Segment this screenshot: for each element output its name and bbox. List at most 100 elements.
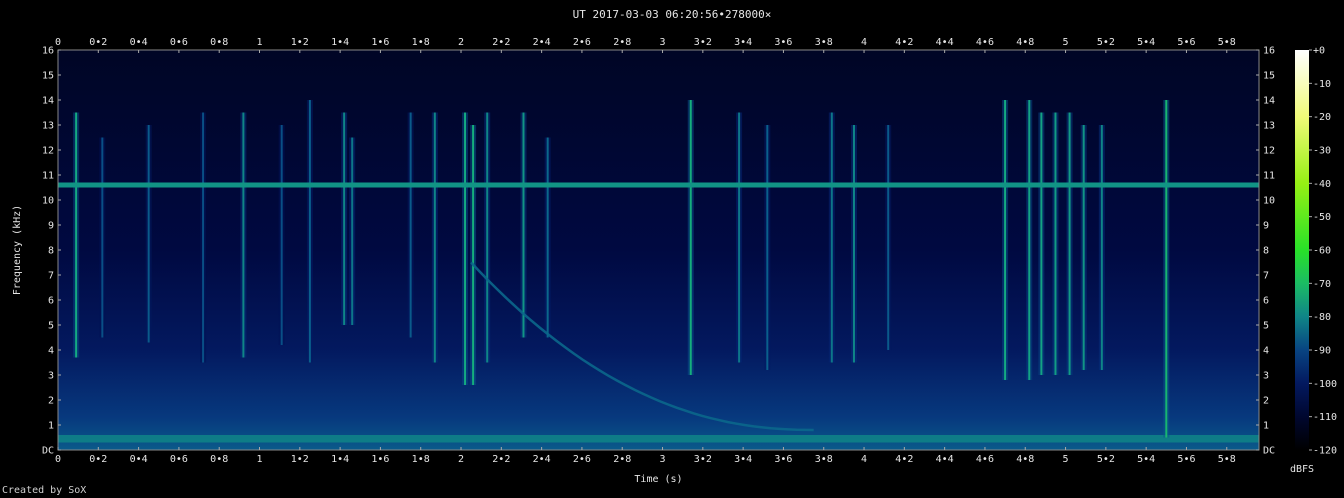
y-tick-label-right: 11: [1263, 171, 1275, 182]
sferic: [433, 112, 436, 363]
y-tick-label-left: 4: [48, 346, 54, 357]
sferic: [1165, 100, 1168, 438]
x-tick-label-top: 4: [861, 37, 867, 48]
y-tick-label-left: 2: [48, 396, 54, 407]
y-tick-label-right: 1: [1263, 421, 1269, 432]
colorbar-tick-label: -90: [1313, 346, 1331, 357]
y-tick-label-right: 8: [1263, 246, 1269, 257]
sferic: [147, 125, 150, 343]
colorbar-tick-label: +0: [1313, 46, 1325, 57]
x-tick-label-top: 5•4: [1137, 37, 1155, 48]
sferic: [689, 100, 692, 375]
y-tick-label-right: 9: [1263, 221, 1269, 232]
sferic: [830, 112, 833, 363]
y-tick-label-right: DC: [1263, 446, 1275, 457]
x-tick-label-bottom: 1•4: [331, 454, 349, 465]
sferic: [280, 125, 283, 345]
y-tick-label-left: 11: [42, 171, 54, 182]
y-tick-label-right: 10: [1263, 196, 1275, 207]
x-tick-label-bottom: 2•8: [613, 454, 631, 465]
y-tick-label-left: 12: [42, 146, 54, 157]
x-tick-label-top: 2: [458, 37, 464, 48]
x-tick-label-bottom: 2•6: [573, 454, 591, 465]
sferic: [1054, 112, 1057, 375]
x-tick-label-top: 0•2: [89, 37, 107, 48]
colorbar-tick-label: -30: [1313, 146, 1331, 157]
sferic: [343, 112, 346, 325]
colorbar: [1295, 50, 1309, 450]
sferic: [464, 112, 467, 385]
x-tick-label-top: 5•8: [1218, 37, 1236, 48]
sferic: [202, 112, 205, 363]
y-tick-label-left: 8: [48, 246, 54, 257]
y-axis-label: Frequency (kHz): [12, 205, 23, 295]
y-tick-label-left: DC: [42, 446, 54, 457]
x-tick-label-bottom: 5: [1063, 454, 1069, 465]
x-tick-label-bottom: 2•4: [533, 454, 551, 465]
sferic: [1082, 125, 1085, 370]
y-tick-label-right: 12: [1263, 146, 1275, 157]
sferic: [1100, 125, 1103, 370]
x-tick-label-top: 1•6: [371, 37, 389, 48]
colorbar-tick-label: -70: [1313, 279, 1331, 290]
x-tick-label-bottom: 4•4: [936, 454, 954, 465]
colorbar-tick-label: -120: [1313, 446, 1337, 457]
sferic: [852, 125, 855, 363]
y-tick-label-right: 4: [1263, 346, 1269, 357]
y-tick-label-left: 13: [42, 121, 54, 132]
y-tick-label-left: 7: [48, 271, 54, 282]
x-tick-label-top: 0: [55, 37, 61, 48]
x-tick-label-bottom: 3: [660, 454, 666, 465]
spectrogram-figure: 000•20•20•40•40•60•60•80•8111•21•21•41•4…: [12, 37, 1337, 485]
noise-floor: [58, 50, 1259, 450]
y-tick-label-left: 5: [48, 321, 54, 332]
sferic: [351, 137, 354, 325]
x-tick-label-top: 2•8: [613, 37, 631, 48]
x-tick-label-top: 0•4: [130, 37, 148, 48]
x-tick-label-top: 2•2: [492, 37, 510, 48]
x-tick-label-bottom: 0•4: [130, 454, 148, 465]
sferic: [409, 112, 412, 338]
sferic: [486, 112, 489, 363]
x-tick-label-top: 2•6: [573, 37, 591, 48]
y-tick-label-right: 16: [1263, 46, 1275, 57]
x-tick-label-top: 1: [256, 37, 262, 48]
sferic: [766, 125, 769, 370]
sferic: [308, 100, 311, 363]
x-tick-label-bottom: 2•2: [492, 454, 510, 465]
x-axis-label: Time (s): [634, 474, 682, 485]
colorbar-tick-label: -60: [1313, 246, 1331, 257]
y-tick-label-right: 5: [1263, 321, 1269, 332]
x-tick-label-top: 5•6: [1177, 37, 1195, 48]
x-tick-label-top: 4•2: [895, 37, 913, 48]
low-frequency-band: [58, 435, 1259, 443]
colorbar-tick-label: -10: [1313, 79, 1331, 90]
x-tick-label-bottom: 4•2: [895, 454, 913, 465]
x-tick-label-top: 4•8: [1016, 37, 1034, 48]
x-tick-label-top: 0•8: [210, 37, 228, 48]
y-tick-label-left: 1: [48, 421, 54, 432]
y-tick-label-left: 14: [42, 96, 54, 107]
tone-line: [58, 182, 1259, 188]
x-tick-label-bottom: 1•8: [412, 454, 430, 465]
colorbar-tick-label: -80: [1313, 312, 1331, 323]
x-tick-label-top: 1•8: [412, 37, 430, 48]
colorbar-tick-label: -50: [1313, 212, 1331, 223]
x-tick-label-bottom: 3•6: [774, 454, 792, 465]
x-tick-label-bottom: 5•6: [1177, 454, 1195, 465]
y-tick-label-left: 6: [48, 296, 54, 307]
y-tick-label-left: 15: [42, 71, 54, 82]
x-tick-label-bottom: 3•8: [815, 454, 833, 465]
y-tick-label-right: 2: [1263, 396, 1269, 407]
sferic: [887, 125, 890, 350]
x-tick-label-bottom: 0•2: [89, 454, 107, 465]
x-tick-label-bottom: 4•8: [1016, 454, 1034, 465]
x-tick-label-bottom: 1•2: [291, 454, 309, 465]
sferic: [1040, 112, 1043, 375]
sferic: [1068, 112, 1071, 375]
y-tick-label-left: 3: [48, 371, 54, 382]
sferic: [101, 137, 104, 338]
sferic: [546, 137, 549, 338]
y-tick-label-right: 13: [1263, 121, 1275, 132]
sferic: [1004, 100, 1007, 380]
